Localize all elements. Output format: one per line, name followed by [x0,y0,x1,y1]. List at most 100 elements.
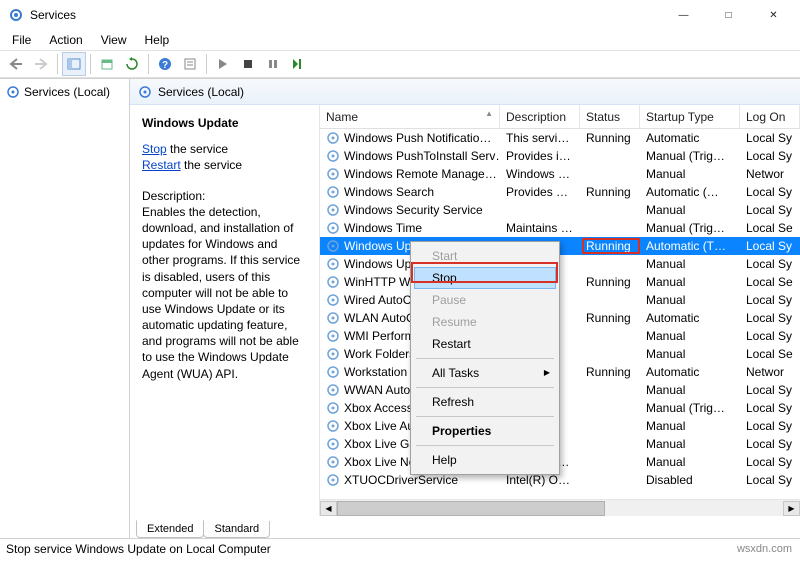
tab-extended[interactable]: Extended [136,520,204,538]
scroll-right-button[interactable]: ▶ [783,501,800,516]
service-startup-cell: Manual [640,275,740,289]
watermark: wsxdn.com [737,543,792,555]
service-name-cell: Windows Security Service [320,203,500,217]
service-name-cell: Windows Remote Manage… [320,167,500,181]
tree-root-label: Services (Local) [24,85,110,99]
service-row[interactable]: Xbox Live AutlManualLocal Sy [320,417,800,435]
service-row[interactable]: WinHTTP WebRunningManualLocal Se [320,273,800,291]
refresh-button[interactable] [120,52,144,76]
service-row[interactable]: Windows Push Notificatio…This service …R… [320,129,800,147]
service-desc-cell: Provides co… [500,185,580,199]
start-service-button[interactable] [211,52,235,76]
service-logon-cell: Local Sy [740,473,800,487]
service-startup-cell: Manual [640,257,740,271]
service-row[interactable]: WMI PerformaManualLocal Sy [320,327,800,345]
restart-service-link[interactable]: Restart [142,158,181,172]
service-row[interactable]: XTUOCDriverServiceIntel(R) Ove…DisabledL… [320,471,800,489]
service-row[interactable]: Windows PushToInstall Serv…Provides inf…… [320,147,800,165]
service-startup-cell: Manual (Trig… [640,221,740,235]
service-name-cell: Windows Push Notificatio… [320,131,500,145]
service-row[interactable]: Xbox AccessorManual (Trig…Local Sy [320,399,800,417]
service-logon-cell: Local Sy [740,185,800,199]
service-desc-cell: This service … [500,131,580,145]
col-startup-type[interactable]: Startup Type [640,105,740,128]
service-logon-cell: Local Sy [740,257,800,271]
service-logon-cell: Local Sy [740,203,800,217]
service-row[interactable]: Windows SearchProvides co…RunningAutomat… [320,183,800,201]
extended-detail-pane: Windows Update Stop the service Restart … [130,105,320,516]
service-status-cell: Running [580,185,640,199]
col-name[interactable]: Name [320,105,500,128]
service-row[interactable]: Wired AutoCoManualLocal Sy [320,291,800,309]
stop-service-link[interactable]: Stop [142,142,167,156]
ctx-help[interactable]: Help [414,449,556,471]
col-log-on[interactable]: Log On [740,105,800,128]
forward-button[interactable] [29,52,53,76]
show-hide-tree-button[interactable] [62,52,86,76]
tree-root-services-local[interactable]: Services (Local) [2,83,127,101]
col-description[interactable]: Description [500,105,580,128]
content-header-title: Services (Local) [158,85,244,99]
service-row[interactable]: Windows Security ServiceManualLocal Sy [320,201,800,219]
services-header-icon [138,85,152,99]
services-node-icon [6,85,20,99]
col-status[interactable]: Status [580,105,640,128]
service-logon-cell: Networ [740,167,800,181]
export-list-button[interactable] [95,52,119,76]
svg-text:?: ? [162,60,168,71]
service-logon-cell: Local Se [740,221,800,235]
toolbar: ? [0,50,800,78]
title-bar: Services — □ ✕ [0,0,800,30]
scroll-thumb[interactable] [337,501,605,516]
scroll-track[interactable] [337,501,783,516]
service-row[interactable]: Windows UpdManualLocal Sy [320,255,800,273]
restart-service-button[interactable] [286,52,310,76]
ctx-all-tasks[interactable]: All Tasks [414,362,556,384]
service-name-cell: Windows PushToInstall Serv… [320,149,500,163]
service-row[interactable]: Windows UpdateRunningAutomatic (T…Local … [320,237,800,255]
list-rows[interactable]: Windows Push Notificatio…This service … R… [320,129,800,499]
service-name-cell: XTUOCDriverService [320,473,500,487]
ctx-refresh[interactable]: Refresh [414,391,556,413]
service-desc-cell: Windows R… [500,167,580,181]
close-button[interactable]: ✕ [751,1,796,29]
ctx-pause: Pause [414,289,556,311]
stop-service-button[interactable] [236,52,260,76]
service-startup-cell: Automatic [640,311,740,325]
menu-help[interactable]: Help [137,31,178,49]
ctx-stop[interactable]: Stop [414,267,556,289]
restart-service-suffix: the service [181,158,242,172]
ctx-start: Start [414,245,556,267]
horizontal-scrollbar[interactable]: ◀ ▶ [320,499,800,516]
ctx-restart[interactable]: Restart [414,333,556,355]
service-logon-cell: Local Sy [740,401,800,415]
menu-action[interactable]: Action [41,31,90,49]
menu-view[interactable]: View [93,31,135,49]
services-app-icon [8,7,24,23]
properties-button[interactable] [178,52,202,76]
scroll-left-button[interactable]: ◀ [320,501,337,516]
tab-standard[interactable]: Standard [203,521,270,538]
service-status-cell: Running [580,311,640,325]
console-tree[interactable]: Services (Local) [0,79,130,538]
pause-service-button[interactable] [261,52,285,76]
service-logon-cell: Local Sy [740,437,800,451]
service-row[interactable]: Xbox Live GanManualLocal Sy [320,435,800,453]
service-startup-cell: Manual [640,329,740,343]
minimize-button[interactable]: — [661,1,706,29]
back-button[interactable] [4,52,28,76]
service-name-cell: Windows Time [320,221,500,235]
help-button[interactable]: ? [153,52,177,76]
menu-file[interactable]: File [4,31,39,49]
service-row[interactable]: Xbox Live Networking ServiceThis service… [320,453,800,471]
service-startup-cell: Manual (Trig… [640,401,740,415]
service-row[interactable]: WLAN AutoCoRunningAutomaticLocal Sy [320,309,800,327]
service-row[interactable]: Windows Remote Manage…Windows R…ManualNe… [320,165,800,183]
maximize-button[interactable]: □ [706,1,751,29]
ctx-properties[interactable]: Properties [414,420,556,442]
service-row[interactable]: WorkstationRunningAutomaticNetwor [320,363,800,381]
service-row[interactable]: WWAN AutoCManualLocal Sy [320,381,800,399]
service-startup-cell: Manual [640,419,740,433]
service-row[interactable]: Windows TimeMaintains d…Manual (Trig…Loc… [320,219,800,237]
service-row[interactable]: Work FoldersManualLocal Se [320,345,800,363]
